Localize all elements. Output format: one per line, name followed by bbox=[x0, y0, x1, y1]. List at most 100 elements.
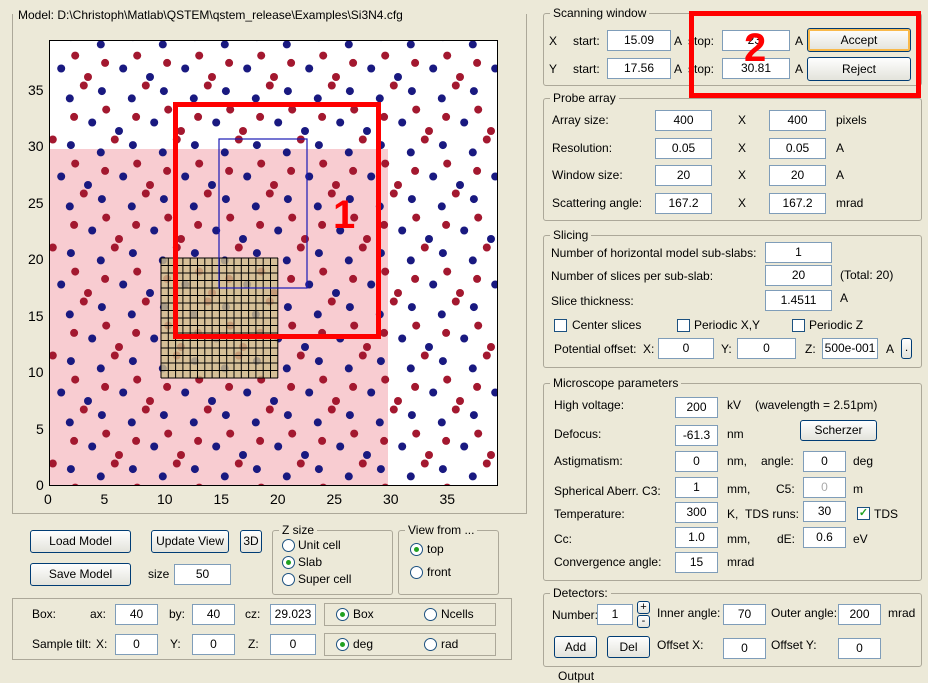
temperature-input[interactable]: 300 bbox=[675, 502, 718, 523]
atom bbox=[146, 289, 154, 297]
cc-input[interactable]: 1.0 bbox=[675, 527, 718, 548]
x-tick-label: 10 bbox=[157, 491, 173, 507]
center-slices-label: Center slices bbox=[572, 318, 642, 332]
potential-offset-label: Potential offset: bbox=[554, 342, 637, 356]
probe-row-input-a[interactable]: 20 bbox=[655, 165, 712, 186]
center-slices-checkbox[interactable] bbox=[554, 319, 567, 332]
ax-input[interactable]: 40 bbox=[115, 604, 158, 625]
atom bbox=[71, 51, 80, 60]
box-radio[interactable] bbox=[336, 608, 349, 621]
microscope-legend: Microscope parameters bbox=[553, 376, 679, 390]
annotation-label-1: 1 bbox=[333, 193, 356, 237]
tds-checkbox[interactable]: ✓ bbox=[857, 507, 870, 520]
hv-input[interactable]: 200 bbox=[675, 397, 718, 418]
scherzer-button[interactable]: Scherzer bbox=[800, 420, 877, 441]
view-top-radio[interactable] bbox=[410, 543, 423, 556]
thickness-input[interactable]: 1.4511 bbox=[765, 290, 832, 311]
ncells-radio[interactable] bbox=[424, 608, 437, 621]
atom bbox=[407, 87, 416, 96]
offset-y-input[interactable]: 0 bbox=[838, 638, 881, 659]
delete-detector-button[interactable]: Del bbox=[607, 636, 650, 658]
probe-row-input-b[interactable]: 0.05 bbox=[769, 138, 826, 159]
pot-y-input[interactable]: 0 bbox=[737, 338, 796, 359]
atom bbox=[296, 459, 305, 468]
probe-row-input-a[interactable]: 167.2 bbox=[655, 193, 712, 214]
atom bbox=[438, 465, 447, 474]
atom bbox=[110, 243, 119, 252]
atom bbox=[288, 429, 297, 438]
astig-input[interactable]: 0 bbox=[675, 451, 718, 472]
y-tick-label: 5 bbox=[36, 420, 44, 437]
atom bbox=[425, 235, 433, 243]
probe-row-input-a[interactable]: 0.05 bbox=[655, 138, 712, 159]
load-model-button[interactable]: Load Model bbox=[30, 530, 131, 553]
slices-input[interactable]: 20 bbox=[765, 265, 832, 286]
periodic-xy-checkbox[interactable] bbox=[677, 319, 690, 332]
probe-row-input-b[interactable]: 167.2 bbox=[769, 193, 826, 214]
pot-z-input[interactable]: 500e-001 bbox=[822, 338, 878, 359]
scan-x-label: X bbox=[549, 34, 558, 48]
atom bbox=[282, 40, 291, 49]
atom bbox=[345, 87, 354, 96]
outer-angle-input[interactable]: 200 bbox=[838, 604, 881, 625]
atom bbox=[130, 40, 136, 42]
by-label: by: bbox=[169, 607, 186, 621]
pot-x-input[interactable]: 0 bbox=[658, 338, 714, 359]
size-input[interactable]: 50 bbox=[174, 564, 231, 585]
atom bbox=[84, 73, 92, 81]
convergence-input[interactable]: 15 bbox=[675, 552, 718, 573]
pot-more-button[interactable]: . bbox=[901, 338, 912, 359]
zsize-slab-radio[interactable] bbox=[282, 556, 295, 569]
view-front-radio[interactable] bbox=[410, 566, 423, 579]
tilt-z-input[interactable]: 0 bbox=[270, 634, 316, 655]
det-number-up-button[interactable]: + bbox=[637, 601, 650, 614]
atom bbox=[102, 213, 111, 222]
tilt-x-input[interactable]: 0 bbox=[115, 634, 158, 655]
cz-input[interactable]: 29.023 bbox=[270, 604, 316, 625]
atom bbox=[487, 451, 495, 459]
annotation-box-2 bbox=[689, 11, 921, 98]
zsize-unitcell-radio[interactable] bbox=[282, 539, 295, 552]
periodic-z-checkbox[interactable] bbox=[792, 319, 805, 332]
scan-x-start-input[interactable]: 15.09 bbox=[607, 30, 671, 51]
probe-row-input-a[interactable]: 400 bbox=[655, 110, 712, 131]
atom bbox=[451, 189, 460, 198]
3d-button[interactable]: 3D bbox=[240, 530, 262, 553]
tds-runs-input[interactable]: 30 bbox=[803, 501, 846, 522]
add-detector-button[interactable]: Add bbox=[554, 636, 597, 658]
probe-x-label: X bbox=[738, 113, 747, 127]
de-input[interactable]: 0.6 bbox=[803, 527, 846, 548]
defocus-unit: nm bbox=[727, 427, 744, 441]
atom bbox=[487, 127, 495, 135]
save-model-button[interactable]: Save Model bbox=[30, 563, 131, 586]
atom bbox=[332, 73, 340, 81]
atom bbox=[429, 388, 438, 397]
det-number-input[interactable]: 1 bbox=[597, 604, 633, 625]
deg-radio[interactable] bbox=[336, 638, 349, 651]
atom bbox=[195, 51, 204, 60]
defocus-input[interactable]: -61.3 bbox=[675, 425, 718, 446]
viewfrom-legend: View from ... bbox=[408, 523, 475, 537]
c3-input[interactable]: 1 bbox=[675, 477, 718, 498]
atom bbox=[221, 411, 230, 420]
outer-angle-label: Outer angle: bbox=[771, 606, 838, 620]
by-input[interactable]: 40 bbox=[192, 604, 235, 625]
atom bbox=[49, 243, 57, 252]
angle-input[interactable]: 0 bbox=[803, 451, 846, 472]
atom bbox=[296, 351, 305, 360]
subslabs-input[interactable]: 1 bbox=[765, 242, 832, 263]
probe-row-input-b[interactable]: 400 bbox=[769, 110, 826, 131]
probe-row-input-b[interactable]: 20 bbox=[769, 165, 826, 186]
atom bbox=[158, 40, 167, 49]
update-view-button[interactable]: Update View bbox=[151, 530, 229, 553]
c5-input[interactable]: 0 bbox=[803, 477, 846, 498]
offset-x-input[interactable]: 0 bbox=[723, 638, 766, 659]
det-number-down-button[interactable]: - bbox=[637, 615, 650, 628]
atom bbox=[146, 73, 154, 81]
zsize-supercell-radio[interactable] bbox=[282, 573, 295, 586]
inner-angle-input[interactable]: 70 bbox=[723, 604, 766, 625]
scan-y-start-input[interactable]: 17.56 bbox=[607, 58, 671, 79]
tilt-y-input[interactable]: 0 bbox=[192, 634, 235, 655]
rad-radio[interactable] bbox=[424, 638, 437, 651]
de-unit: eV bbox=[853, 532, 868, 546]
